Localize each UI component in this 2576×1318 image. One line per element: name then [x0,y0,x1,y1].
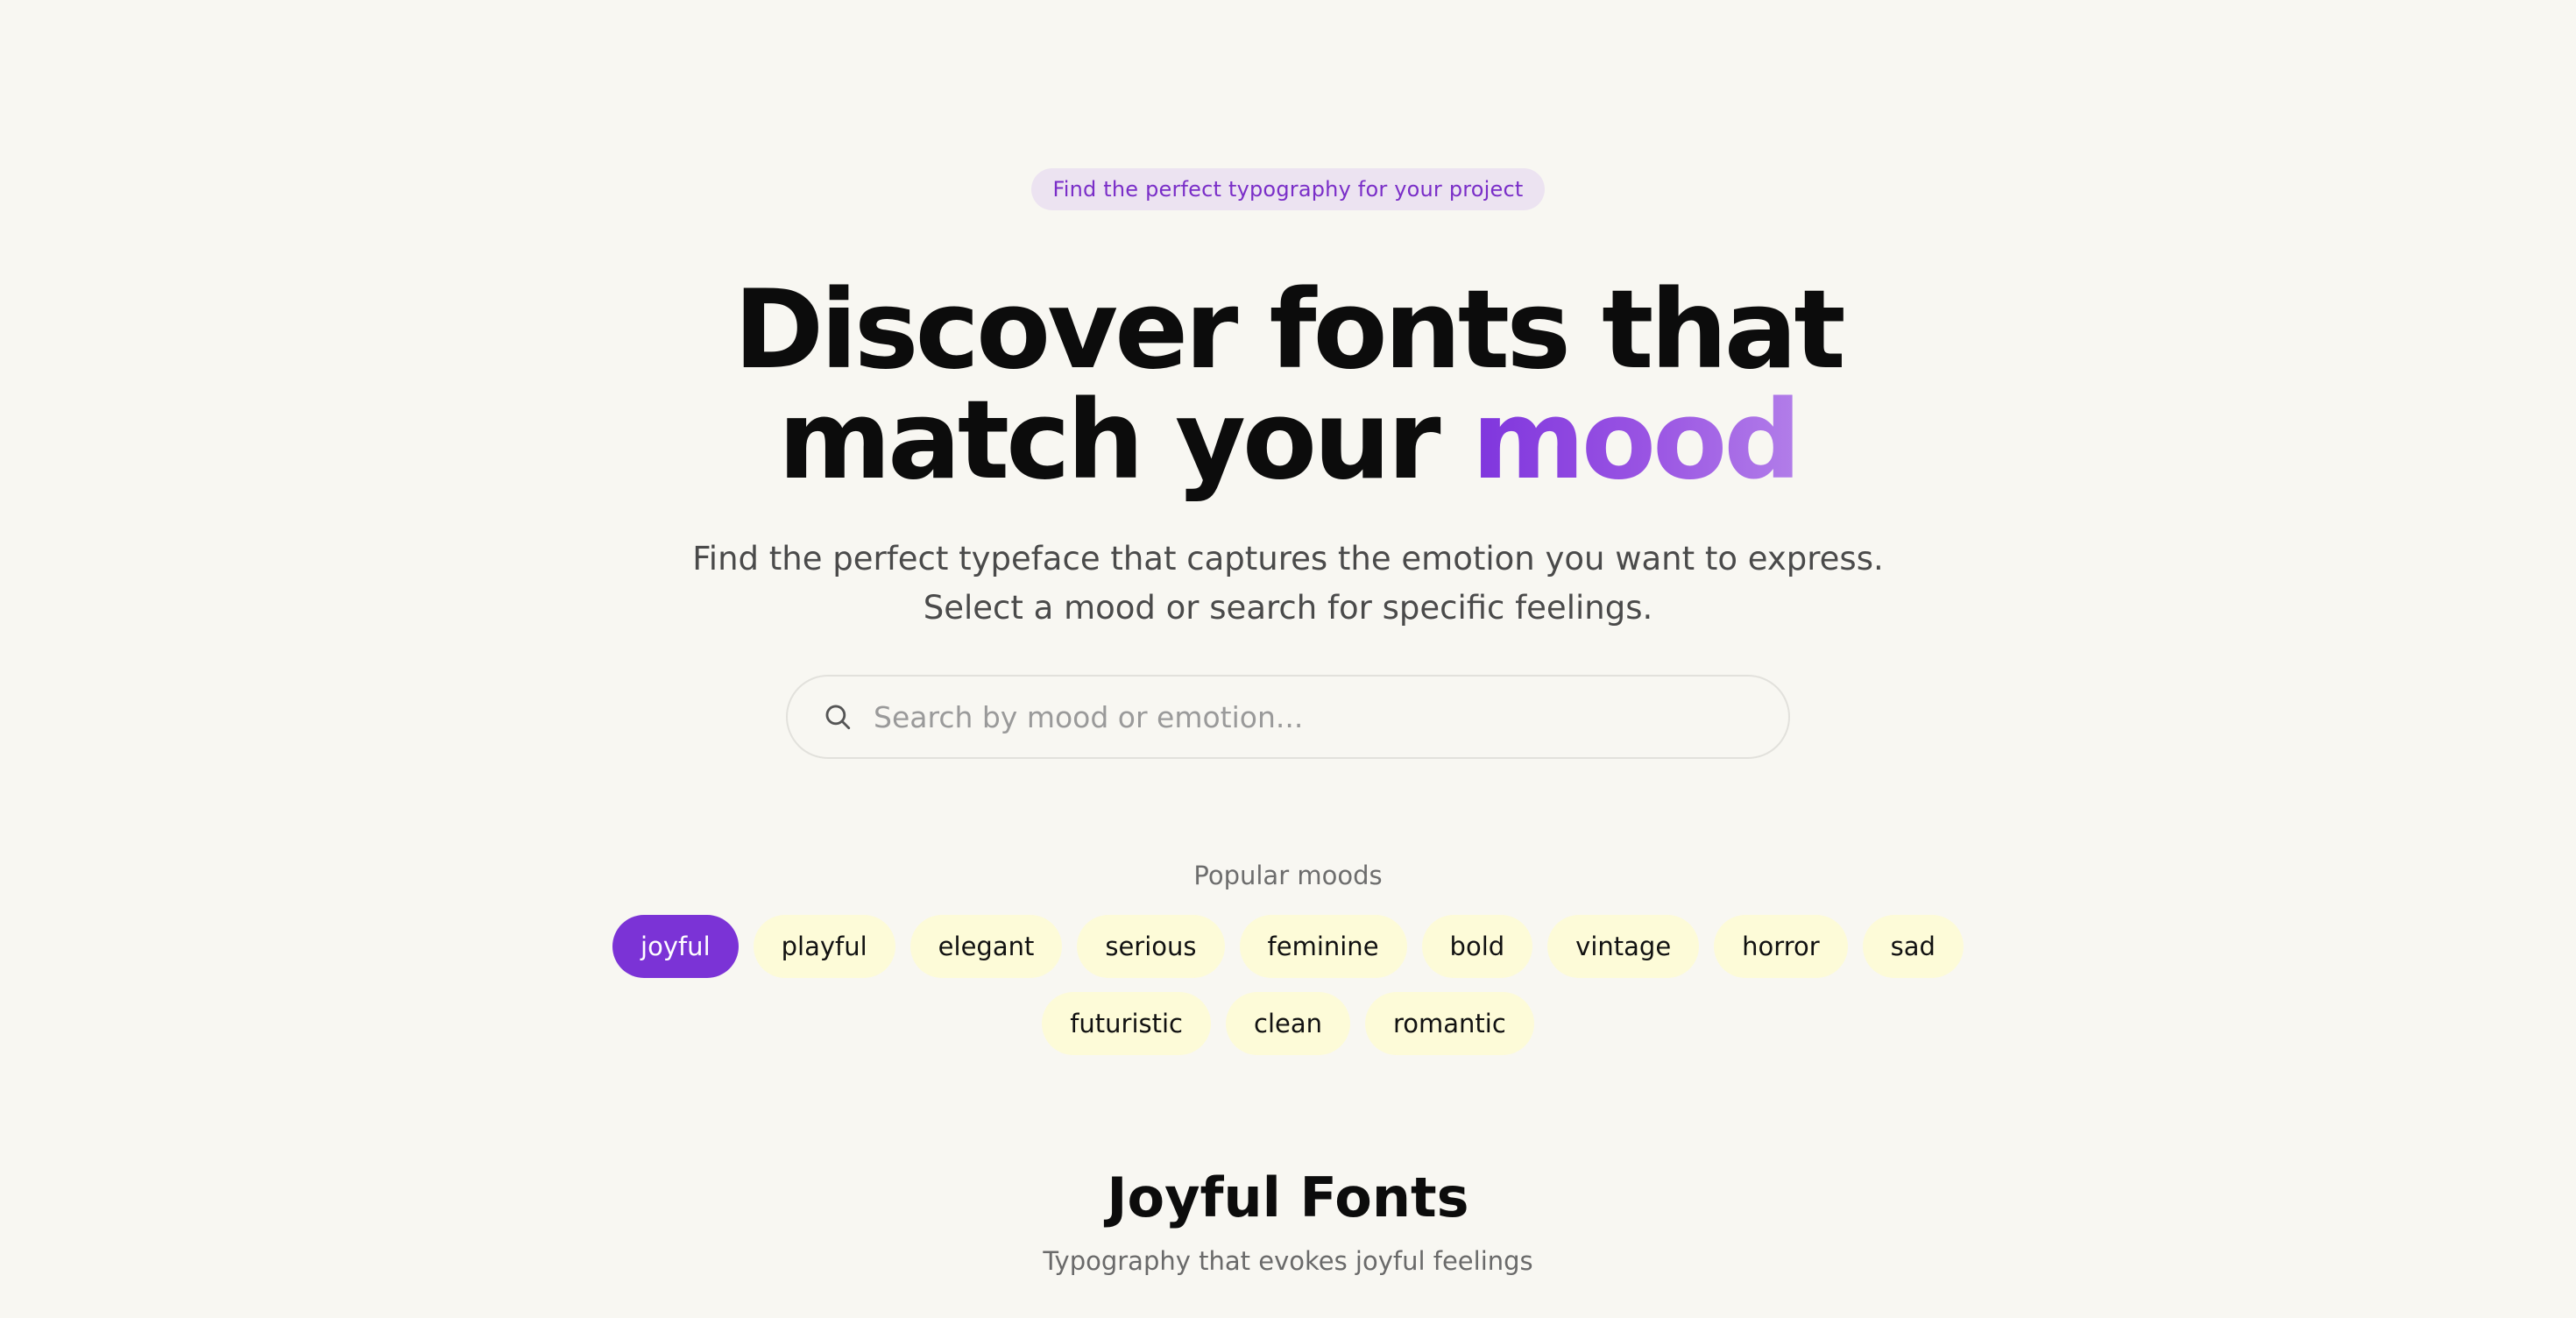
hero-subtitle-line-1: Find the perfect typeface that captures … [692,540,1884,578]
mood-chip-playful[interactable]: playful [753,915,895,978]
hero-subtitle: Find the perfect typeface that captures … [0,535,2576,633]
mood-chips-row-1: joyful playful elegant serious feminine bold v… [0,915,2576,978]
mood-chip-feminine[interactable]: feminine [1239,915,1407,978]
mood-chips-2: futuristic clean romantic [1042,992,1534,1055]
hero-title-prefix: match your [777,378,1472,504]
search-input[interactable] [872,677,1753,757]
mood-chip-serious[interactable]: serious [1077,915,1225,978]
mood-chip-bold[interactable]: bold [1421,915,1533,978]
results-heading-row: Joyful Fonts [0,1166,2576,1229]
hero-subtitle-line-2: Select a mood or search for specific fee… [923,589,1653,627]
search-row [0,675,2576,759]
search-icon [825,705,851,730]
page: Find the perfect typography for your pro… [0,0,2576,1318]
badge-row: Find the perfect typography for your pro… [0,168,2576,210]
mood-chip-joyful[interactable]: joyful [612,915,739,978]
mood-chip-vintage[interactable]: vintage [1547,915,1700,978]
hero-title-accent: mood [1471,378,1801,504]
mood-chip-romantic[interactable]: romantic [1365,992,1534,1055]
results-subtitle: Typography that evokes joyful feelings [1043,1246,1533,1276]
tagline-badge: Find the perfect typography for your pro… [1031,168,1545,210]
mood-chips-row-2: futuristic clean romantic [0,992,2576,1055]
popular-moods-label: Popular moods [1193,861,1383,890]
mood-chip-sad[interactable]: sad [1862,915,1964,978]
moods-label-row: Popular moods [0,861,2576,890]
results-subtitle-row: Typography that evokes joyful feelings [0,1246,2576,1276]
mood-chip-clean[interactable]: clean [1226,992,1350,1055]
search-bar[interactable] [786,675,1790,759]
mood-chips-1: joyful playful elegant serious feminine bold v… [612,915,1964,978]
hero-heading: Discover fonts that match your mood [0,275,2576,496]
results-title: Joyful Fonts [1107,1166,1469,1229]
mood-chip-elegant[interactable]: elegant [909,915,1063,978]
mood-chip-futuristic[interactable]: futuristic [1042,992,1211,1055]
hero-title-line-2: match your mood [778,386,1801,496]
mood-chip-horror[interactable]: horror [1714,915,1848,978]
hero-title-line-1: Discover fonts that [733,267,1845,393]
